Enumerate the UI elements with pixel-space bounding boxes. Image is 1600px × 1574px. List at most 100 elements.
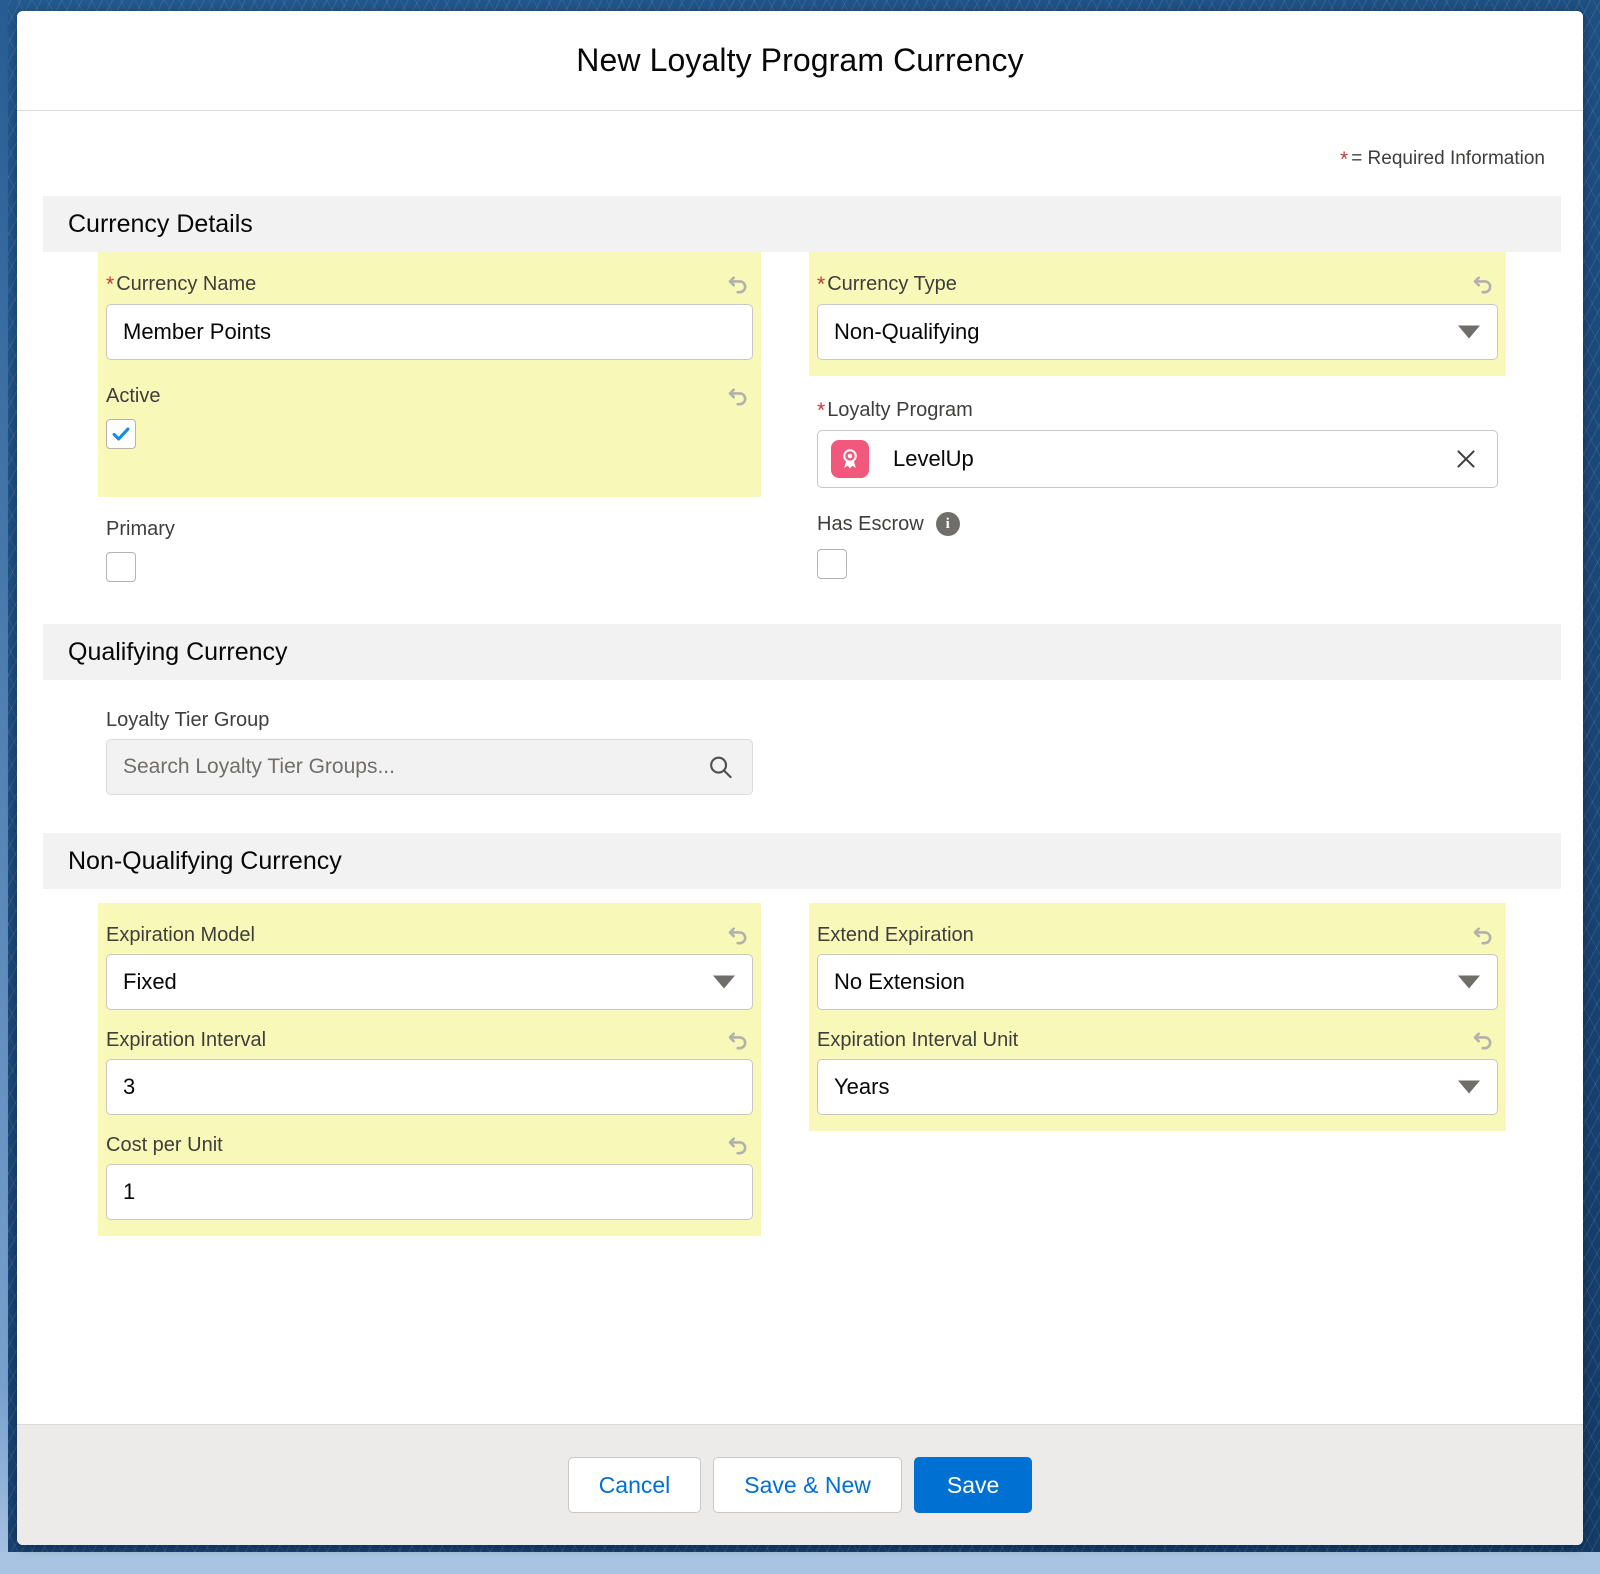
expiration-model-select-wrap: Fixed — [106, 954, 753, 1010]
label-expiration-model: Expiration Model — [106, 917, 255, 954]
currency-details-left-column: *Currency Name Member Points Active — [17, 252, 800, 584]
required-asterisk: * — [1340, 148, 1348, 171]
extend-expiration-value: No Extension — [834, 969, 965, 995]
field-has-escrow: Has Escrow i — [809, 488, 1506, 581]
page-title: New Loyalty Program Currency — [576, 42, 1023, 79]
undo-icon[interactable] — [723, 921, 751, 949]
field-loyalty-tier-group: Loyalty Tier Group Search Loyalty Tier G… — [98, 680, 761, 795]
loyalty-tier-group-placeholder: Search Loyalty Tier Groups... — [123, 755, 395, 779]
modal-body: *= Required Information Currency Details… — [17, 111, 1583, 1424]
field-loyalty-program: *Loyalty Program LevelUp — [809, 376, 1506, 488]
undo-icon[interactable] — [723, 382, 751, 410]
label-active: Active — [106, 378, 160, 415]
expiration-model-value: Fixed — [123, 969, 177, 995]
expiration-interval-unit-value: Years — [834, 1074, 889, 1100]
required-asterisk-currency-name: * — [106, 273, 114, 296]
label-has-escrow: Has Escrow i — [817, 506, 1498, 545]
has-escrow-checkbox[interactable] — [817, 549, 847, 579]
section-header-qualifying-currency: Qualifying Currency — [43, 624, 1561, 680]
search-icon[interactable] — [707, 754, 734, 781]
undo-icon[interactable] — [1468, 921, 1496, 949]
currency-name-value: Member Points — [123, 319, 271, 345]
required-asterisk-currency-type: * — [817, 273, 825, 296]
required-asterisk-loyalty-program: * — [817, 399, 825, 422]
field-active: Active — [98, 360, 761, 481]
modal-header: New Loyalty Program Currency — [17, 11, 1583, 111]
section-header-currency-details: Currency Details — [43, 196, 1561, 252]
undo-icon[interactable] — [723, 1131, 751, 1159]
field-expiration-interval: Expiration Interval 3 — [98, 1010, 761, 1115]
expiration-interval-input[interactable]: 3 — [106, 1059, 753, 1115]
field-expiration-model: Expiration Model Fixed — [98, 917, 761, 1010]
required-note-text: = Required Information — [1351, 148, 1545, 169]
non-qualifying-left-column: Expiration Model Fixed Expiration I — [17, 889, 800, 1236]
cost-per-unit-value: 1 — [123, 1179, 135, 1205]
close-icon[interactable] — [1453, 446, 1479, 472]
loyalty-program-badge-icon — [831, 440, 869, 478]
non-qualifying-right-column: Extend Expiration No Extension Expi — [800, 889, 1583, 1236]
primary-checkbox[interactable] — [106, 552, 136, 582]
non-qualifying-currency-grid: Expiration Model Fixed Expiration I — [17, 889, 1583, 1236]
label-loyalty-program: *Loyalty Program — [817, 392, 1498, 430]
label-expiration-interval: Expiration Interval — [106, 1022, 266, 1059]
currency-name-input[interactable]: Member Points — [106, 304, 753, 360]
currency-type-select[interactable]: Non-Qualifying — [817, 304, 1498, 360]
expiration-interval-value: 3 — [123, 1074, 135, 1100]
field-extend-expiration: Extend Expiration No Extension — [809, 917, 1506, 1010]
extend-expiration-select-wrap: No Extension — [817, 954, 1498, 1010]
cost-per-unit-input[interactable]: 1 — [106, 1164, 753, 1220]
required-information-note: *= Required Information — [17, 111, 1583, 170]
label-currency-type: *Currency Type — [817, 266, 957, 304]
section-title-qualifying-currency: Qualifying Currency — [68, 638, 288, 667]
expiration-interval-unit-select[interactable]: Years — [817, 1059, 1498, 1115]
save-button[interactable]: Save — [914, 1457, 1032, 1513]
highlighted-block-currency-type: *Currency Type Non-Qualifying — [809, 252, 1506, 376]
undo-icon[interactable] — [723, 1026, 751, 1054]
label-expiration-interval-unit: Expiration Interval Unit — [817, 1022, 1018, 1059]
undo-icon[interactable] — [1468, 1026, 1496, 1054]
qualifying-currency-grid: Loyalty Tier Group Search Loyalty Tier G… — [17, 680, 1583, 795]
currency-type-value: Non-Qualifying — [834, 319, 980, 345]
desktop-bottom-edge — [0, 1552, 1600, 1574]
highlighted-block-non-qualifying-left: Expiration Model Fixed Expiration I — [98, 903, 761, 1236]
field-primary: Primary — [98, 497, 761, 584]
expiration-model-select[interactable]: Fixed — [106, 954, 753, 1010]
loyalty-program-lookup[interactable]: LevelUp — [817, 430, 1498, 488]
field-currency-type: *Currency Type Non-Qualifying — [809, 266, 1506, 360]
label-loyalty-tier-group: Loyalty Tier Group — [106, 702, 753, 739]
expiration-interval-unit-select-wrap: Years — [817, 1059, 1498, 1115]
extend-expiration-select[interactable]: No Extension — [817, 954, 1498, 1010]
active-checkbox-wrap — [106, 415, 753, 451]
qualifying-currency-left-column: Loyalty Tier Group Search Loyalty Tier G… — [17, 680, 800, 795]
qualifying-currency-right-column — [800, 680, 1583, 795]
primary-checkbox-wrap — [106, 548, 753, 584]
modal-footer: Cancel Save & New Save — [17, 1424, 1583, 1545]
label-extend-expiration: Extend Expiration — [817, 917, 974, 954]
highlighted-block-left: *Currency Name Member Points Active — [98, 252, 761, 497]
has-escrow-checkbox-wrap — [817, 545, 1498, 581]
loyalty-tier-group-search-input[interactable]: Search Loyalty Tier Groups... — [106, 739, 753, 795]
label-currency-name-text: Currency Name — [116, 273, 256, 295]
field-cost-per-unit: Cost per Unit 1 — [98, 1115, 761, 1220]
label-has-escrow-text: Has Escrow — [817, 513, 924, 536]
field-currency-name: *Currency Name Member Points — [98, 266, 761, 360]
active-checkbox[interactable] — [106, 419, 136, 449]
label-currency-type-text: Currency Type — [827, 273, 957, 295]
section-title-currency-details: Currency Details — [68, 210, 253, 239]
currency-type-select-wrap: Non-Qualifying — [817, 304, 1498, 360]
info-icon[interactable]: i — [936, 512, 960, 536]
currency-details-right-column: *Currency Type Non-Qualifying *Loyalty P… — [800, 252, 1583, 584]
currency-details-grid: *Currency Name Member Points Active — [17, 252, 1583, 584]
cancel-button[interactable]: Cancel — [568, 1457, 702, 1513]
section-title-non-qualifying-currency: Non-Qualifying Currency — [68, 847, 342, 876]
highlighted-block-non-qualifying-right: Extend Expiration No Extension Expi — [809, 903, 1506, 1131]
undo-icon[interactable] — [1468, 270, 1496, 298]
loyalty-program-value: LevelUp — [893, 446, 974, 472]
field-expiration-interval-unit: Expiration Interval Unit Years — [809, 1010, 1506, 1115]
save-and-new-button[interactable]: Save & New — [713, 1457, 902, 1513]
undo-icon[interactable] — [723, 270, 751, 298]
label-primary: Primary — [106, 511, 753, 548]
section-header-non-qualifying-currency: Non-Qualifying Currency — [43, 833, 1561, 889]
new-loyalty-program-currency-modal: New Loyalty Program Currency *= Required… — [17, 11, 1583, 1545]
label-cost-per-unit: Cost per Unit — [106, 1127, 223, 1164]
